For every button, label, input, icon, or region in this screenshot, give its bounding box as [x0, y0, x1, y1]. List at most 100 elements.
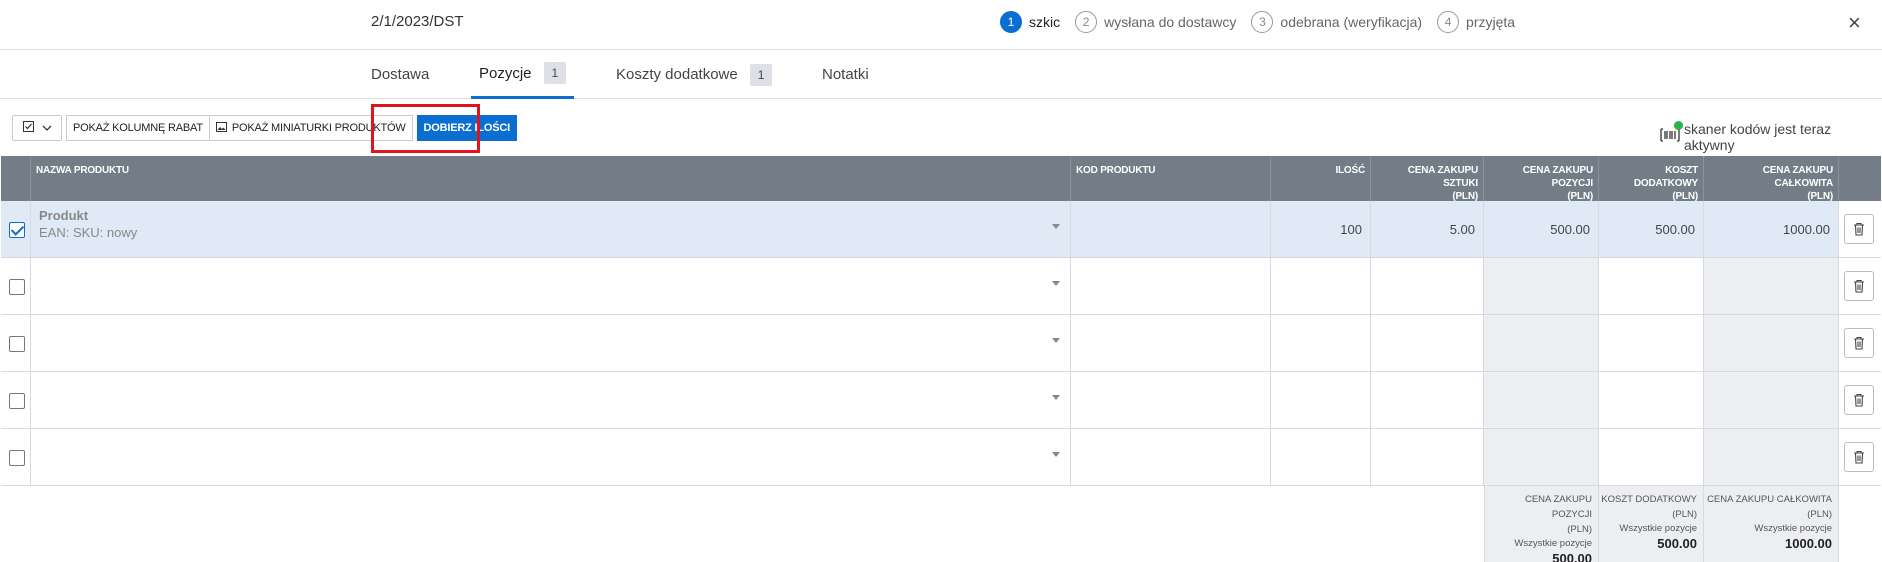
- total-label: KOSZT DODATKOWY: [1601, 494, 1697, 505]
- header-select-cell: [1, 156, 31, 201]
- quantity-cell[interactable]: [1271, 429, 1371, 485]
- caret-down-icon: [1052, 338, 1060, 343]
- total-price-cell: [1704, 372, 1839, 428]
- position-price-cell: [1484, 372, 1599, 428]
- bulk-select-dropdown[interactable]: [12, 115, 62, 141]
- unit-price-cell[interactable]: 5.00: [1371, 201, 1484, 257]
- select-cell: [1, 429, 31, 485]
- tab-delivery[interactable]: Dostawa: [371, 50, 429, 99]
- position-price-cell: [1484, 258, 1599, 314]
- trash-icon: [1854, 393, 1864, 407]
- tab-notes[interactable]: Notatki: [822, 50, 869, 99]
- quantity-value: 100: [1340, 222, 1362, 237]
- step-draft[interactable]: 1 szkic: [1000, 11, 1060, 33]
- header-line: KOSZT DODATKOWY: [1633, 165, 1698, 189]
- header-actions-cell: [1839, 156, 1881, 201]
- delete-row-button[interactable]: [1844, 214, 1874, 244]
- tab-count-badge: 1: [749, 63, 773, 86]
- select-cell: [1, 372, 31, 428]
- product-code-cell[interactable]: [1071, 258, 1271, 314]
- quantity-cell[interactable]: [1271, 258, 1371, 314]
- product-select[interactable]: [31, 315, 1071, 371]
- delete-row-button[interactable]: [1844, 385, 1874, 415]
- product-code-cell[interactable]: [1071, 372, 1271, 428]
- product-code-cell[interactable]: [1071, 315, 1271, 371]
- select-cell: [1, 315, 31, 371]
- column-header-code[interactable]: KOD PRODUKTU: [1071, 156, 1271, 201]
- caret-down-icon: [1052, 452, 1060, 457]
- row-checkbox[interactable]: [9, 393, 25, 409]
- trash-icon: [1854, 336, 1864, 350]
- position-price-cell: [1484, 315, 1599, 371]
- table-row: [1, 372, 1881, 429]
- row-checkbox[interactable]: [9, 222, 25, 238]
- product-code-cell[interactable]: [1071, 429, 1271, 485]
- total-price-cell: [1704, 429, 1839, 485]
- table-row: [1, 429, 1881, 486]
- product-select[interactable]: Produkt EAN: SKU: nowy: [31, 201, 1071, 257]
- caret-down-icon: [1052, 224, 1060, 229]
- total-price-cell: [1704, 258, 1839, 314]
- product-select[interactable]: [31, 429, 1071, 485]
- tab-count-badge: 1: [543, 62, 567, 84]
- column-header-name[interactable]: NAZWA PRODUKTU: [31, 156, 1071, 201]
- header-line: CENA ZAKUPU POZYCJI: [1522, 165, 1593, 189]
- row-checkbox[interactable]: [9, 336, 25, 352]
- total-price-cell: 1000.00: [1704, 201, 1839, 257]
- unit-price-value: 5.00: [1449, 222, 1475, 237]
- checkbox-dropdown-icon: [22, 121, 34, 135]
- column-header-additional-cost[interactable]: KOSZT DODATKOWY (PLN): [1599, 156, 1704, 202]
- step-number: 3: [1251, 11, 1274, 33]
- unit-price-cell[interactable]: [1371, 429, 1484, 485]
- column-header-position-price[interactable]: CENA ZAKUPU POZYCJI (PLN): [1484, 156, 1599, 202]
- additional-cost-cell: [1599, 258, 1704, 314]
- total-unit: (PLN): [1807, 509, 1832, 520]
- product-code-cell[interactable]: [1071, 201, 1271, 257]
- tab-positions[interactable]: Pozycje 1: [471, 50, 575, 99]
- delete-row-button[interactable]: [1844, 442, 1874, 472]
- select-cell: [1, 258, 31, 314]
- row-checkbox[interactable]: [9, 450, 25, 466]
- trash-icon: [1854, 222, 1864, 236]
- step-received-verification[interactable]: 3 odebrana (weryfikacja): [1251, 11, 1422, 33]
- delete-row-button[interactable]: [1844, 271, 1874, 301]
- step-number: 1: [1000, 11, 1022, 33]
- close-icon[interactable]: ×: [1848, 12, 1861, 34]
- unit-price-cell[interactable]: [1371, 372, 1484, 428]
- actions-cell: [1839, 429, 1881, 485]
- unit-price-cell[interactable]: [1371, 315, 1484, 371]
- table-row: [1, 258, 1881, 315]
- quantity-cell[interactable]: [1271, 372, 1371, 428]
- actions-cell: [1839, 201, 1881, 257]
- step-sent-to-supplier[interactable]: 2 wysłana do dostawcy: [1075, 11, 1236, 33]
- tab-bar: Dostawa Pozycje 1 Koszty dodatkowe 1 Not…: [0, 50, 1882, 99]
- step-label: szkic: [1029, 14, 1061, 30]
- caret-down-icon: [1052, 395, 1060, 400]
- column-header-unit-price[interactable]: CENA ZAKUPU SZTUKI (PLN): [1371, 156, 1484, 202]
- header-line: CENA ZAKUPU SZTUKI: [1407, 165, 1478, 189]
- row-checkbox[interactable]: [9, 279, 25, 295]
- column-header-total-price[interactable]: CENA ZAKUPU CAŁKOWITA (PLN): [1704, 156, 1839, 202]
- additional-cost-cell: [1599, 315, 1704, 371]
- product-select[interactable]: [31, 372, 1071, 428]
- total-value: 1000.00: [1785, 536, 1832, 551]
- scanner-status: skaner kodów jest teraz aktywny: [1660, 121, 1882, 153]
- quantity-cell[interactable]: 100: [1271, 201, 1371, 257]
- position-price-cell[interactable]: 500.00: [1484, 201, 1599, 257]
- total-price-value: 1000.00: [1783, 222, 1830, 237]
- total-label: CENA ZAKUPU POZYCJI: [1524, 494, 1592, 520]
- show-discount-column-button[interactable]: POKAŻ KOLUMNĘ RABAT: [66, 115, 210, 141]
- column-header-quantity[interactable]: ILOŚĆ: [1271, 156, 1371, 201]
- scanner-status-text: skaner kodów jest teraz aktywny: [1684, 121, 1832, 153]
- step-accepted[interactable]: 4 przyjęta: [1437, 11, 1515, 33]
- delete-row-button[interactable]: [1844, 328, 1874, 358]
- totals-footer: CENA ZAKUPU POZYCJI (PLN) Wszystkie pozy…: [1, 486, 1881, 562]
- trash-icon: [1854, 450, 1864, 464]
- quantity-cell[interactable]: [1271, 315, 1371, 371]
- dialog-header: 2/1/2023/DST 1 szkic 2 wysłana do dostaw…: [0, 0, 1882, 50]
- unit-price-cell[interactable]: [1371, 258, 1484, 314]
- product-select[interactable]: [31, 258, 1071, 314]
- barcode-scanner-icon: [1660, 121, 1683, 147]
- tab-label: Dostawa: [371, 66, 430, 83]
- tab-additional-costs[interactable]: Koszty dodatkowe 1: [616, 50, 773, 99]
